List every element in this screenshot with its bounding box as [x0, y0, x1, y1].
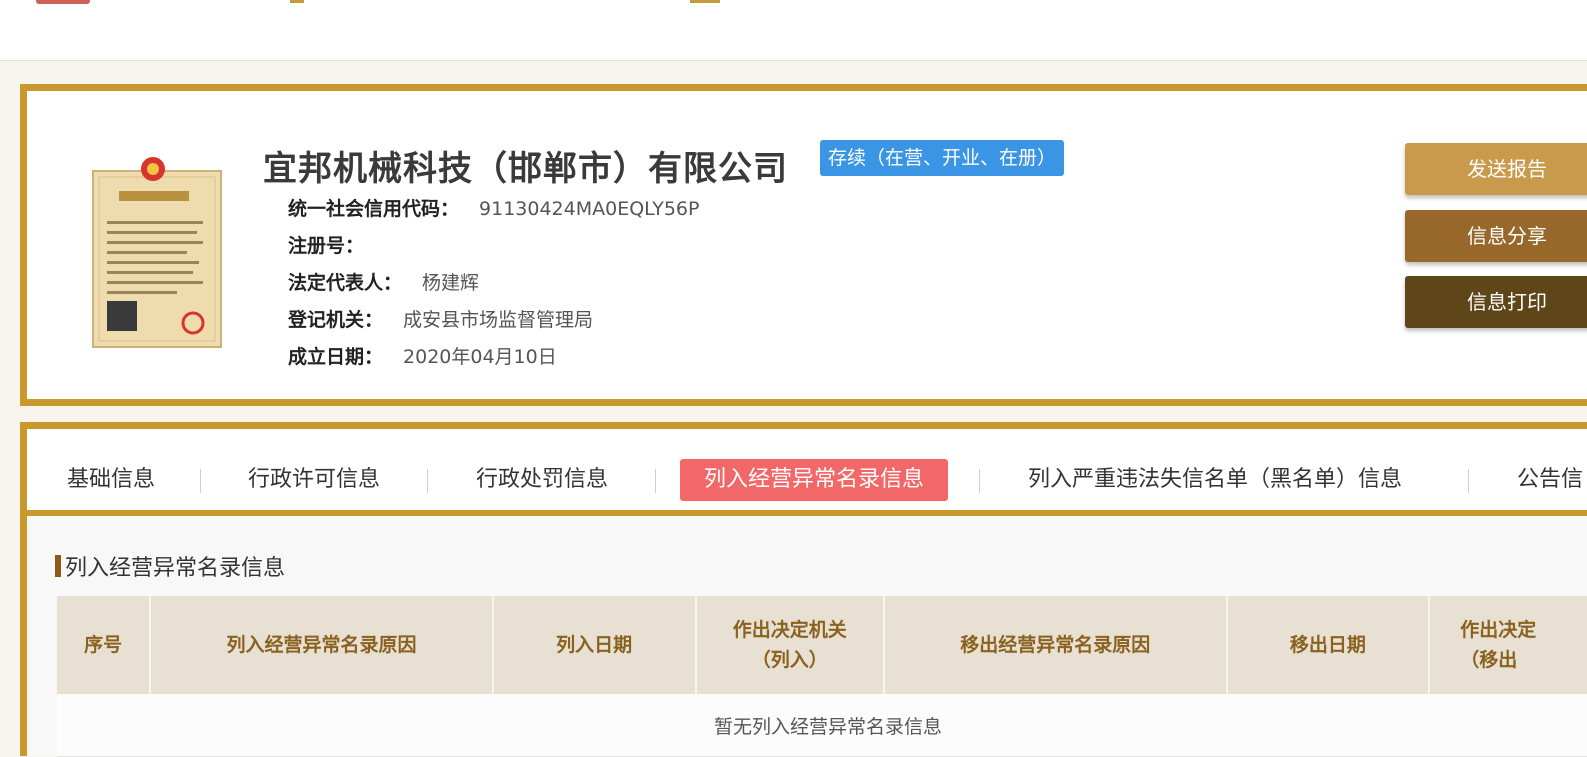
abnormal-list-table: 序号 列入经营异常名录原因 列入日期 作出决定机关 （列入） 移出经营异常名录原… — [57, 596, 1587, 757]
reg-no-label: 注册号： — [288, 235, 365, 257]
empty-message: 暂无列入经营异常名录信息 — [57, 694, 1587, 757]
authority-row: 登记机关： 成安县市场监督管理局 — [288, 305, 593, 332]
print-button[interactable]: 信息打印 — [1405, 276, 1587, 328]
company-name: 宜邦机械科技（邯郸市）有限公司 — [263, 149, 788, 189]
top-header — [0, 0, 1587, 61]
tab-divider — [427, 469, 428, 493]
authority-label: 登记机关： — [288, 309, 384, 331]
business-license-icon — [92, 157, 222, 348]
reg-no-row: 注册号： — [288, 231, 384, 258]
founded-value: 2020年04月10日 — [403, 346, 557, 368]
table-header-row: 序号 列入经营异常名录原因 列入日期 作出决定机关 （列入） 移出经营异常名录原… — [57, 596, 1587, 694]
company-card: 宜邦机械科技（邯郸市）有限公司 存续（在营、开业、在册） 统一社会信用代码： 91… — [20, 84, 1587, 406]
tab-basic-info[interactable]: 基础信息 — [67, 459, 155, 501]
tab-announcement[interactable]: 公告信 — [1517, 459, 1583, 501]
col-header: 作出决定机关 （列入） — [695, 596, 886, 694]
credit-code-row: 统一社会信用代码： 91130424MA0EQLY56P — [288, 194, 699, 221]
legal-rep-label: 法定代表人： — [288, 272, 403, 294]
tab-admin-license[interactable]: 行政许可信息 — [248, 459, 380, 501]
col-header: 作出决定 （移出 — [1429, 596, 1587, 694]
authority-value: 成安县市场监督管理局 — [403, 309, 594, 331]
founded-label: 成立日期： — [288, 346, 384, 368]
founded-row: 成立日期： 2020年04月10日 — [288, 342, 557, 369]
site-logo[interactable] — [36, 0, 90, 4]
legal-rep-value: 杨建辉 — [422, 272, 480, 294]
tab-bar: 基础信息 行政许可信息 行政处罚信息 列入经营异常名录信息 列入严重违法失信名单… — [20, 422, 1587, 520]
tab-divider — [979, 469, 980, 493]
tab-abnormal-list[interactable]: 列入经营异常名录信息 — [680, 459, 949, 501]
abnormal-list-section: 列入经营异常名录信息 序号 列入经营异常名录原因 列入日期 作出决定机关 （列入… — [20, 516, 1587, 757]
nav-indicator — [290, 0, 304, 3]
tab-divider — [655, 469, 656, 493]
tab-admin-penalty[interactable]: 行政处罚信息 — [476, 459, 608, 501]
table-row: 暂无列入经营异常名录信息 — [57, 694, 1587, 757]
status-badge: 存续（在营、开业、在册） — [820, 140, 1065, 176]
section-title: 列入经营异常名录信息 — [54, 550, 285, 582]
tab-divider — [1468, 469, 1469, 493]
credit-code-value: 91130424MA0EQLY56P — [479, 198, 700, 220]
nav-indicator — [690, 0, 720, 3]
col-header: 移出日期 — [1226, 596, 1431, 694]
tab-divider — [200, 469, 201, 493]
send-report-button[interactable]: 发送报告 — [1405, 143, 1587, 195]
tab-blacklist[interactable]: 列入严重违法失信名单（黑名单）信息 — [1028, 459, 1402, 501]
col-header: 移出经营异常名录原因 — [884, 596, 1228, 694]
col-header: 列入经营异常名录原因 — [150, 596, 494, 694]
credit-code-label: 统一社会信用代码： — [288, 198, 460, 220]
legal-rep-row: 法定代表人： 杨建辉 — [288, 268, 479, 295]
col-header: 列入日期 — [492, 596, 697, 694]
col-header: 序号 — [57, 596, 152, 694]
share-button[interactable]: 信息分享 — [1405, 210, 1587, 262]
